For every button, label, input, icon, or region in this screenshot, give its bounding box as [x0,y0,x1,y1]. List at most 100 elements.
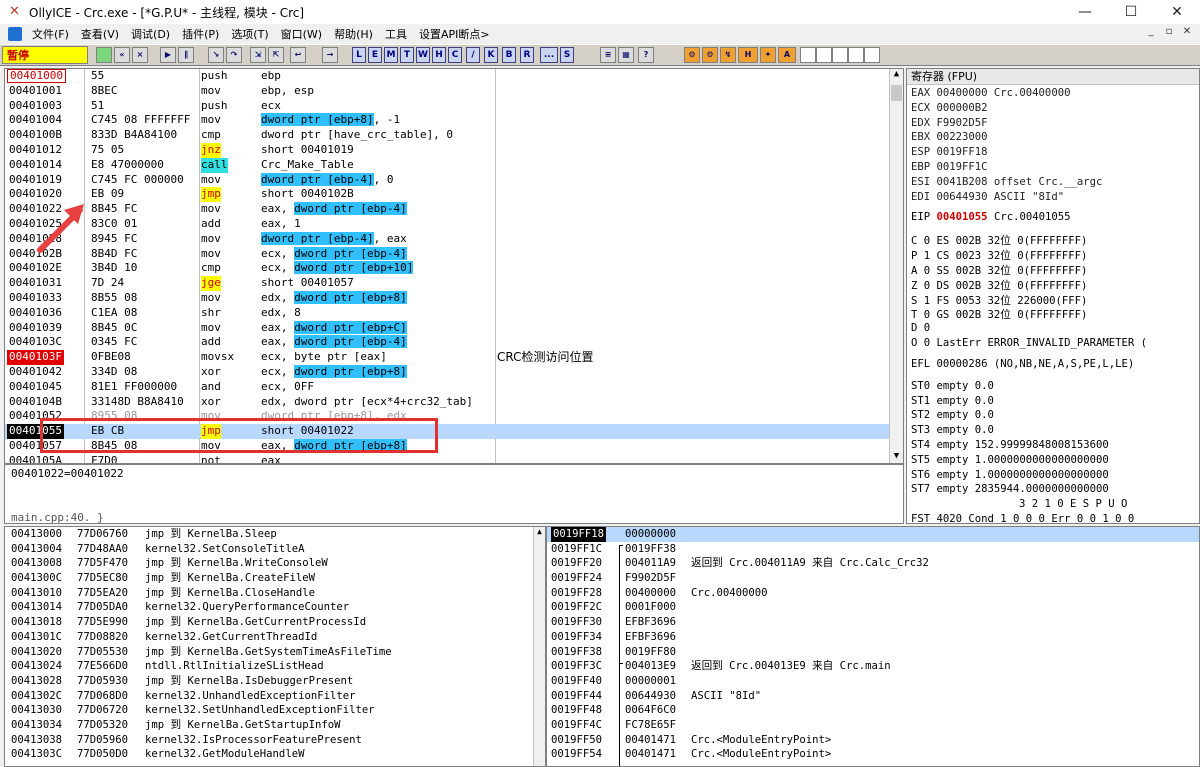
tb-handles[interactable]: H [432,47,446,63]
stack-row[interactable]: 0019FF30 EFBF3696 [547,615,1199,630]
dump-row[interactable]: 00413030 77D06720 kernel32.SetUnhandledExc… [5,703,545,718]
disassembly-pane[interactable]: 00401000 55 push ebp 00401001 8BEC mov ebp, esp… [4,68,904,464]
disasm-row[interactable]: 00401019 C745 FC 000000 mov dword ptr [ebp-… [5,172,903,188]
stack-row[interactable]: 0019FF20 004011A9 返回到 Crc.004011A9 来自 Crc.… [547,556,1199,571]
scroll-up-icon[interactable]: ▲ [534,527,545,536]
disasm-row[interactable]: 00401004 C745 08 FFFFFFF mov dword ptr [ebp… [5,113,903,128]
register-line[interactable]: EDI 00644930 ASCII "8Id" [911,191,1064,203]
dump-pane[interactable]: 00413000 77D06760 jmp 到 KernelBa.Sleep 0041… [4,526,546,767]
fpu-line[interactable]: ST2 empty 0.0 [911,409,994,421]
step-over-icon[interactable]: ↷ [226,47,242,63]
blank-tool-5[interactable] [864,47,880,63]
tb-callstack[interactable]: K [484,47,498,63]
stack-row[interactable]: 0019FF48 0064F6C0 [547,703,1199,718]
tb-threads[interactable]: T [400,47,414,63]
close-icon[interactable]: × [132,47,148,63]
fpu-line[interactable]: ST6 empty 1.0000000000000000000 [911,469,1109,481]
tb-breakpoints[interactable]: B [502,47,516,63]
dump-row[interactable]: 00413038 77D05960 kernel32.IsProcessorFeat… [5,733,545,748]
tb-memory[interactable]: M [384,47,398,63]
dump-row[interactable]: 00413028 77D05930 jmp 到 KernelBa.IsDebugge… [5,674,545,689]
register-eip[interactable]: EIP 00401055 Crc.00401055 [911,211,1071,223]
register-line[interactable]: EBX 00223000 [911,131,988,143]
trace-over-icon[interactable]: ⇱ [268,47,284,63]
menu-debug[interactable]: 调试(D) [125,26,176,42]
register-line[interactable]: EDX F9902D5F [911,117,988,129]
stack-row[interactable]: 0019FF28 00400000 Crc.00400000 [547,586,1199,601]
disasm-row[interactable]: 00401000 55 push ebp [5,69,903,84]
dump-row[interactable]: 00413034 77D05320 jmp 到 KernelBa.GetStartu… [5,718,545,733]
tb-modules[interactable]: E [368,47,382,63]
asm-icon[interactable]: A [778,47,796,63]
flag-line[interactable]: T 0 GS 002B 32位 0(FFFFFFFF) [911,307,1087,322]
register-efl[interactable]: EFL 00000286 (NO,NB,NE,A,S,PE,L,LE) [911,358,1134,370]
flag-line[interactable]: O 0 LastErr ERROR_INVALID_PARAMETER ( [911,337,1147,349]
disasm-row[interactable]: 00401042 334D 08 xor ecx, dword ptr [ebp+8] [5,364,903,380]
fpu-line[interactable]: ST1 empty 0.0 [911,395,994,407]
stack-row[interactable]: 0019FF50 00401471 Crc.<ModuleEntryPoint> [547,733,1199,748]
disasm-row[interactable]: 0040104B 33148D B8A8410 xor edx, dword ptr … [5,395,903,410]
dump-row[interactable]: 00413024 77E566D0 ntdll.RtlInitializeSList… [5,659,545,674]
disasm-row[interactable]: 00401045 81E1 FF000000 and ecx, 0FF [5,380,903,395]
dump-row[interactable]: 00413004 77D48AA0 kernel32.SetConsoleTitle… [5,542,545,557]
dump-row[interactable]: 00413020 77D05530 jmp 到 KernelBa.GetSystem… [5,645,545,660]
stack-row[interactable]: 0019FF18 00000000 [547,527,1199,542]
scroll-down-icon[interactable]: ▼ [890,451,903,463]
disassembly-scrollbar[interactable]: ▲ ▼ [889,69,903,463]
fpu-line[interactable]: ST0 empty 0.0 [911,380,994,392]
stack-pane[interactable]: 0019FF18 00000000 0019FF1C 0019FF38 0019FF20… [546,526,1200,767]
register-line[interactable]: ECX 000000B2 [911,102,988,114]
blank-tool-4[interactable] [848,47,864,63]
flag-line[interactable]: Z 0 DS 002B 32位 0(FFFFFFFF) [911,278,1087,293]
menu-set-api-breakpoint[interactable]: 设置API断点> [413,26,496,42]
register-line[interactable]: ESI 0041B208 offset Crc.__argc [911,176,1102,188]
tb-patches[interactable]: / [466,47,480,63]
disasm-row[interactable]: 00401003 51 push ecx [5,99,903,114]
disasm-row[interactable]: 00401036 C1EA 08 shr edx, 8 [5,306,903,321]
disasm-row[interactable]: 0040102E 3B4D 10 cmp ecx, dword ptr [ebp+10… [5,261,903,276]
tb-log[interactable]: L [352,47,366,63]
disasm-row[interactable]: 0040105A F7D0 not eax [5,454,903,463]
dump-row[interactable]: 00413010 77D5EA20 jmp 到 KernelBa.CloseHand… [5,586,545,601]
dump-row[interactable]: 0041300C 77D5EC80 jmp 到 KernelBa.CreateFil… [5,571,545,586]
stack-row[interactable]: 0019FF44 00644930 ASCII "8Id" [547,689,1199,704]
step-into-icon[interactable]: ↘ [208,47,224,63]
dump-scrollbar[interactable]: ▲ [533,527,545,766]
dump-row[interactable]: 0041303C 77D050D0 kernel32.GetModuleHandle… [5,747,545,762]
disasm-row[interactable]: 00401014 E8 47000000 call Crc_Make_Table [5,157,903,173]
menu-plugins[interactable]: 插件(P) [176,26,225,42]
stack-row[interactable]: 0019FF54 00401471 Crc.<ModuleEntryPoint> [547,747,1199,762]
stack-row[interactable]: 0019FF24 F9902D5F [547,571,1199,586]
dump-row[interactable]: 0041301C 77D08820 kernel32.GetCurrentThrea… [5,630,545,645]
flag-line[interactable]: D 0 [911,322,930,334]
dump-row[interactable]: 00413018 77D5E990 jmp 到 KernelBa.GetCurren… [5,615,545,630]
mdi-restore-button[interactable]: ▫ [1160,26,1178,37]
stack-row[interactable]: 0019FF1C 0019FF38 [547,542,1199,557]
run-icon[interactable]: ▶ [160,47,176,63]
flag-line[interactable]: C 0 ES 002B 32位 0(FFFFFFFF) [911,233,1087,248]
close-button[interactable]: ✕ [1154,0,1200,24]
disasm-row[interactable]: 0040103F 0FBE08 movsx ecx, byte ptr [eax] CR… [5,350,903,365]
register-line[interactable]: EBP 0019FF1C [911,161,988,173]
disasm-row[interactable]: 00401012 75 05 jnz short 00401019 [5,142,903,158]
blank-tool-2[interactable] [816,47,832,63]
tb-source[interactable]: S [560,47,574,63]
disasm-row[interactable]: 00401001 8BEC mov ebp, esp [5,84,903,99]
fpu-line[interactable]: ST7 empty 2835944.0000000000000 [911,483,1109,495]
plugin3-icon[interactable]: ↯ [720,47,736,63]
menu-view[interactable]: 查看(V) [75,26,125,42]
menu-file[interactable]: 文件(F) [26,26,75,42]
stack-row[interactable]: 0019FF40 00000001 [547,674,1199,689]
trace-into-icon[interactable]: ⇲ [250,47,266,63]
disasm-row[interactable]: 00401039 8B45 0C mov eax, dword ptr [ebp+C] [5,320,903,336]
mdi-minimize-button[interactable]: _ [1142,26,1160,37]
tb-references[interactable]: R [520,47,534,63]
disasm-row[interactable]: 00401033 8B55 08 mov edx, dword ptr [ebp+8] [5,290,903,306]
stack-row[interactable]: 0019FF3C 004013E9 返回到 Crc.004013E9 来自 Crc.… [547,659,1199,674]
stack-row[interactable]: 0019FF38 0019FF80 [547,645,1199,660]
list-icon[interactable]: ≡ [600,47,616,63]
options-icon[interactable]: ▦ [618,47,634,63]
menu-help[interactable]: 帮助(H) [328,26,379,42]
mdi-close-button[interactable]: ✕ [1178,26,1196,37]
stack-row[interactable]: 0019FF34 EFBF3696 [547,630,1199,645]
